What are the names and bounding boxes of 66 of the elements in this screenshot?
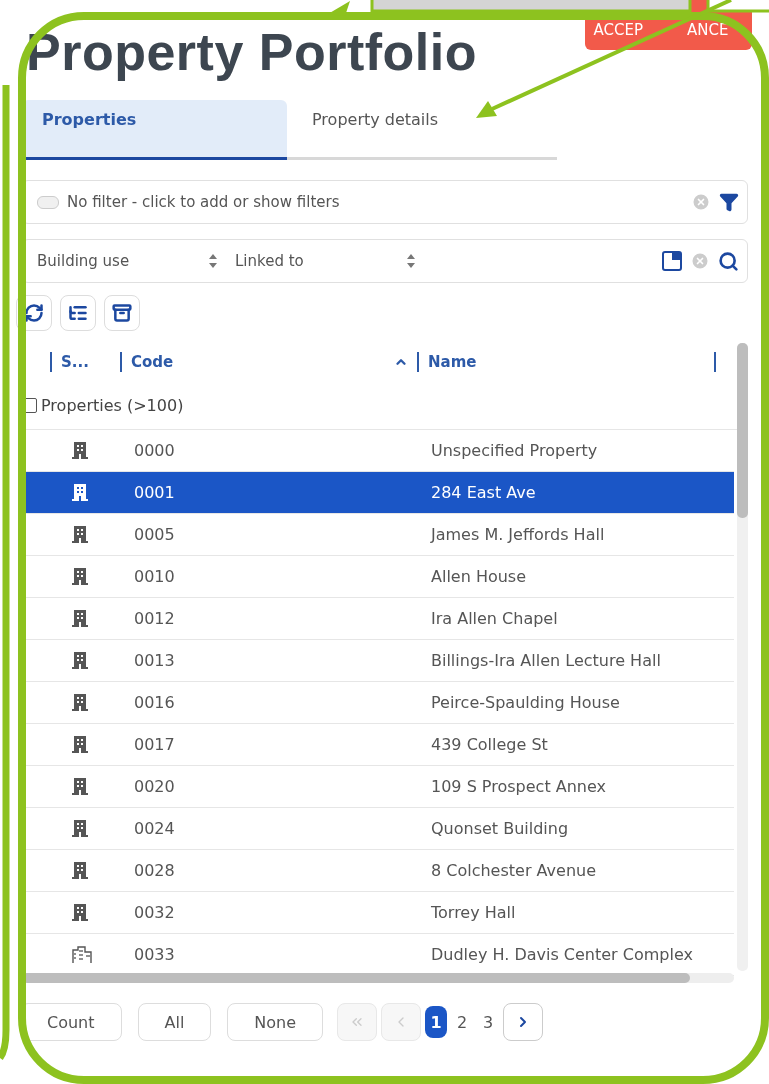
name-cell-text: Torrey Hall — [431, 903, 517, 922]
search-icon[interactable] — [718, 250, 739, 272]
toggle-switch[interactable] — [37, 195, 59, 209]
building-icon — [72, 442, 88, 459]
badge-text: ANCE — [687, 20, 729, 39]
building-icon — [72, 610, 88, 627]
name-cell-text: 439 College St — [431, 735, 549, 754]
name-cell-text: Billings-Ira Allen Lecture Hall — [431, 651, 662, 670]
building-icon — [72, 736, 88, 753]
badge-text: ACCEP — [593, 20, 643, 39]
filter-icon[interactable] — [719, 192, 739, 212]
dropdown-field[interactable]: Building use — [37, 252, 227, 270]
code-cell-text: 0001 — [134, 483, 176, 502]
name-cell-text: 284 East Ave — [431, 483, 537, 502]
code-cell-text: 0016 — [134, 693, 176, 712]
list-tree-icon — [68, 303, 88, 323]
page-number[interactable]: 3 — [477, 1006, 500, 1038]
refresh-icon — [24, 303, 44, 323]
name-cell-text: Dudley H. Davis Center Complex — [431, 945, 694, 964]
vertical-scrollbar[interactable] — [737, 343, 748, 971]
code-cell-text: 0032 — [134, 903, 176, 922]
building-icon — [72, 904, 88, 921]
code-cell-text: 0013 — [134, 651, 176, 670]
buildings-icon — [72, 946, 92, 963]
tree-list-button[interactable] — [60, 295, 96, 331]
name-cell-text: 8 Colchester Avenue — [431, 861, 597, 880]
code-cell-text: 0000 — [134, 441, 176, 460]
name-cell-text: Allen House — [431, 567, 528, 586]
select-button[interactable]: None — [227, 1003, 324, 1041]
column-header[interactable]: Name — [428, 353, 705, 371]
archive-icon — [112, 303, 132, 323]
name-cell-text: 109 S Prospect Annex — [431, 777, 607, 796]
code-cell-text: 0017 — [134, 735, 176, 754]
building-icon — [72, 484, 88, 501]
column-header[interactable]: Code — [131, 353, 394, 371]
code-cell-text: 0010 — [134, 567, 176, 586]
name-cell-text: Quonset Building — [431, 819, 570, 838]
name-cell-text: James M. Jeffords Hall — [431, 525, 606, 544]
group-label: Properties (>100) — [41, 395, 184, 415]
page-number[interactable]: 1 — [425, 1006, 448, 1038]
code-cell-text: 0020 — [134, 777, 176, 796]
code-cell-text: 0028 — [134, 861, 176, 880]
code-cell-text: 0033 — [134, 945, 176, 964]
archive-button[interactable] — [104, 295, 140, 331]
code-cell-text: 0024 — [134, 819, 176, 838]
panel-icon[interactable] — [662, 251, 682, 271]
page-title: Property Portfolio — [26, 22, 478, 82]
building-icon — [72, 652, 88, 669]
dropdown-field[interactable]: Linked to — [235, 252, 425, 270]
building-icon — [72, 526, 88, 543]
name-cell-text: Unspecified Property — [431, 441, 599, 460]
page-number[interactable]: 2 — [451, 1006, 474, 1038]
building-icon — [72, 568, 88, 585]
building-icon — [72, 778, 88, 795]
name-cell-text: Ira Allen Chapel — [431, 609, 559, 628]
column-header[interactable]: S... — [61, 353, 111, 371]
building-icon — [72, 694, 88, 711]
sort-icon[interactable] — [407, 254, 415, 268]
building-icon — [72, 820, 88, 837]
sort-icon[interactable] — [209, 254, 217, 268]
building-icon — [72, 862, 88, 879]
select-button[interactable]: All — [137, 1003, 212, 1041]
filter-text: No filter - click to add or show filters — [67, 193, 341, 211]
code-cell-text: 0005 — [134, 525, 176, 544]
name-cell-text: Peirce-Spaulding House — [431, 693, 621, 712]
code-cell-text: 0012 — [134, 609, 176, 628]
